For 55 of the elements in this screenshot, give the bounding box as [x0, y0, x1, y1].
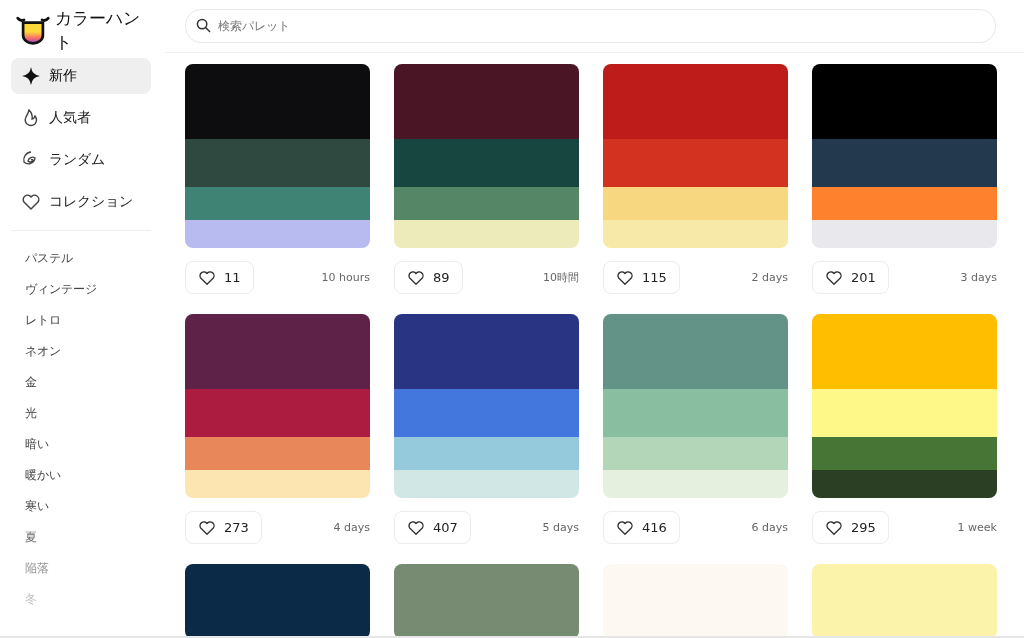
- tag-link[interactable]: 光: [25, 398, 165, 429]
- heart-icon: [198, 518, 216, 537]
- like-button[interactable]: 407: [394, 511, 471, 544]
- palette-age: 3 days: [960, 271, 997, 284]
- heart-icon: [21, 192, 41, 212]
- tag-link[interactable]: ヴィンテージ: [25, 274, 165, 305]
- color-palette[interactable]: [603, 314, 788, 498]
- tag-link[interactable]: ネオン: [25, 336, 165, 367]
- palette-age: 4 days: [333, 521, 370, 534]
- like-button[interactable]: 89: [394, 261, 463, 294]
- color-palette[interactable]: [812, 564, 997, 636]
- tag-link[interactable]: レトロ: [25, 305, 165, 336]
- heart-icon: [616, 518, 634, 537]
- like-button[interactable]: 295: [812, 511, 889, 544]
- heart-icon: [616, 268, 634, 287]
- palette-age: 5 days: [542, 521, 579, 534]
- palette-age: 10 hours: [321, 271, 370, 284]
- like-button[interactable]: 273: [185, 511, 262, 544]
- search-icon: [196, 18, 211, 33]
- color-palette[interactable]: [185, 564, 370, 636]
- color-palette[interactable]: [812, 314, 997, 498]
- heart-icon: [198, 268, 216, 287]
- app-title: カラーハント: [55, 7, 141, 54]
- heart-icon: [407, 518, 425, 537]
- tag-link[interactable]: 夏: [25, 522, 165, 553]
- heart-icon: [825, 268, 843, 287]
- tag-link[interactable]: 暖かい: [25, 460, 165, 491]
- color-palette[interactable]: [185, 64, 370, 248]
- color-palette[interactable]: [394, 564, 579, 636]
- tag-link[interactable]: 寒い: [25, 491, 165, 522]
- color-palette[interactable]: [603, 564, 788, 636]
- nav-item[interactable]: 人気者: [11, 100, 151, 136]
- color-palette[interactable]: [812, 64, 997, 248]
- nav-item[interactable]: 新作: [11, 58, 151, 94]
- sparkle-icon: [21, 66, 41, 86]
- palette-age: 6 days: [751, 521, 788, 534]
- palette-age: 1 week: [957, 521, 997, 534]
- palette-age: 10時間: [543, 270, 579, 285]
- palette-age: 2 days: [751, 271, 788, 284]
- heart-icon: [407, 268, 425, 287]
- like-button[interactable]: 115: [603, 261, 680, 294]
- tag-link[interactable]: 金: [25, 367, 165, 398]
- nav-item[interactable]: コレクション: [11, 184, 151, 220]
- like-button[interactable]: 416: [603, 511, 680, 544]
- like-button[interactable]: 11: [185, 261, 254, 294]
- color-palette[interactable]: [394, 314, 579, 498]
- color-palette[interactable]: [185, 314, 370, 498]
- heart-icon: [825, 518, 843, 537]
- tag-link[interactable]: 暗い: [25, 429, 165, 460]
- nav-item[interactable]: ランダム: [11, 142, 151, 178]
- like-button[interactable]: 201: [812, 261, 889, 294]
- color-palette[interactable]: [603, 64, 788, 248]
- tag-link[interactable]: パステル: [25, 243, 165, 274]
- color-palette[interactable]: [394, 64, 579, 248]
- search-field[interactable]: 検索パレット: [185, 9, 996, 43]
